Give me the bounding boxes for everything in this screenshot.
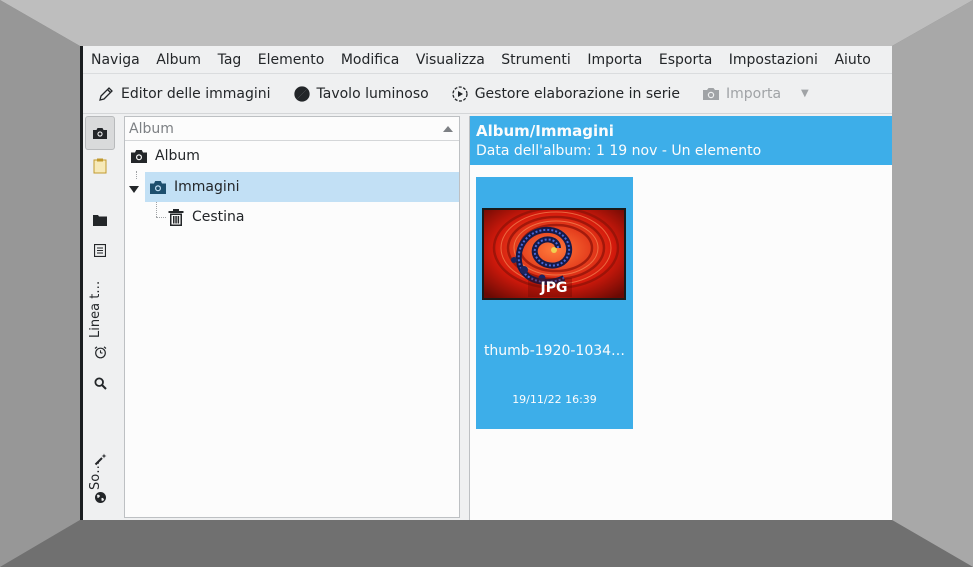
menu-bar: Naviga Album Tag Elemento Modifica Visua… — [83, 46, 892, 74]
sort-ascending-icon[interactable] — [443, 125, 453, 132]
image-editor-button[interactable]: Editor delle immagini — [97, 85, 271, 103]
menu-impostazioni[interactable]: Impostazioni — [729, 52, 818, 68]
album-title: Album/Immagini — [476, 122, 614, 140]
menu-album[interactable]: Album — [156, 52, 201, 68]
camera-icon — [703, 87, 719, 100]
search-icon — [93, 376, 107, 390]
import-button[interactable]: Importa — [702, 86, 781, 102]
menu-importa[interactable]: Importa — [587, 52, 642, 68]
tree-connector — [136, 171, 137, 179]
clipboard-icon — [93, 158, 107, 174]
batch-queue-button[interactable]: Gestore elaborazione in serie — [451, 85, 680, 103]
app-window: Naviga Album Tag Elemento Modifica Visua… — [80, 46, 892, 520]
camera-icon — [150, 181, 166, 194]
sidebar-search-tab[interactable] — [85, 372, 115, 394]
contrast-icon — [293, 85, 310, 102]
thumbnail-item[interactable]: JPG thumb-1920-1034… 19/11/22 16:39 — [476, 177, 633, 429]
import-dropdown-arrow-icon[interactable]: ▼ — [801, 88, 809, 99]
magic-wand-icon — [94, 453, 106, 465]
import-label: Importa — [726, 85, 782, 102]
album-subtitle: Data dell'album: 1 19 nov - Un elemento — [476, 143, 762, 159]
trash-icon — [168, 208, 184, 226]
tree-item-label: Cestina — [192, 209, 245, 225]
main-toolbar: Editor delle immagini Tavolo luminoso Ge… — [83, 74, 892, 114]
sidebar-fuzzy-search-tab[interactable] — [85, 449, 115, 469]
left-sidebar: Linea t… So… — [83, 116, 119, 520]
tree-column-header[interactable]: Album — [125, 117, 459, 141]
pencil-icon — [99, 86, 113, 101]
file-format-badge: JPG — [540, 280, 568, 296]
menu-visualizza[interactable]: Visualizza — [416, 52, 485, 68]
album-tree-panel: Album Album Immagini Cestina — [124, 116, 460, 518]
thumbnail-filename: thumb-1920-1034… — [483, 343, 626, 359]
image-editor-label: Editor delle immagini — [121, 85, 271, 102]
tree-item-cestina[interactable]: Cestina — [168, 202, 458, 232]
tree-connector — [156, 201, 157, 217]
tree-item-album-root[interactable]: Album — [131, 141, 459, 171]
alarm-clock-icon — [94, 345, 106, 358]
menu-elemento[interactable]: Elemento — [258, 52, 325, 68]
tree-item-label: Album — [155, 148, 200, 164]
menu-esporta[interactable]: Esporta — [659, 52, 712, 68]
camera-icon — [131, 150, 147, 163]
light-table-label: Tavolo luminoso — [316, 85, 429, 102]
menu-naviga[interactable]: Naviga — [91, 52, 140, 68]
menu-modifica[interactable]: Modifica — [341, 52, 400, 68]
camera-icon — [93, 128, 107, 139]
sidebar-folders-tab[interactable] — [85, 208, 115, 232]
thumbnail-date: 19/11/22 16:39 — [512, 393, 597, 406]
sidebar-timeline-tab[interactable]: Linea t… — [88, 281, 103, 338]
light-table-button[interactable]: Tavolo luminoso — [293, 85, 429, 103]
tree-connector — [156, 217, 166, 218]
globe-icon — [94, 491, 106, 503]
album-header: Album/Immagini Data dell'album: 1 19 nov… — [470, 116, 892, 165]
menu-strumenti[interactable]: Strumenti — [501, 52, 571, 68]
calendar-icon — [94, 243, 106, 257]
thumbnail-view: Album/Immagini Data dell'album: 1 19 nov… — [469, 116, 892, 520]
sidebar-map-tab[interactable] — [85, 486, 115, 508]
batch-queue-label: Gestore elaborazione in serie — [474, 85, 680, 102]
tree-header-label: Album — [129, 120, 174, 137]
thumbnail-image: JPG — [482, 208, 626, 300]
menu-tag[interactable]: Tag — [218, 52, 242, 68]
tree-item-immagini[interactable]: Immagini — [145, 172, 459, 202]
folder-icon — [93, 215, 107, 226]
tree-item-label: Immagini — [174, 179, 240, 195]
menu-aiuto[interactable]: Aiuto — [834, 52, 870, 68]
sidebar-albums-tab[interactable] — [85, 116, 115, 150]
sidebar-labels-tab[interactable] — [85, 154, 115, 178]
sidebar-alarm-tab[interactable] — [85, 342, 115, 362]
tree-expand-arrow-icon[interactable] — [129, 181, 139, 197]
sidebar-dates-tab[interactable] — [85, 238, 115, 262]
batch-queue-icon — [452, 85, 468, 102]
